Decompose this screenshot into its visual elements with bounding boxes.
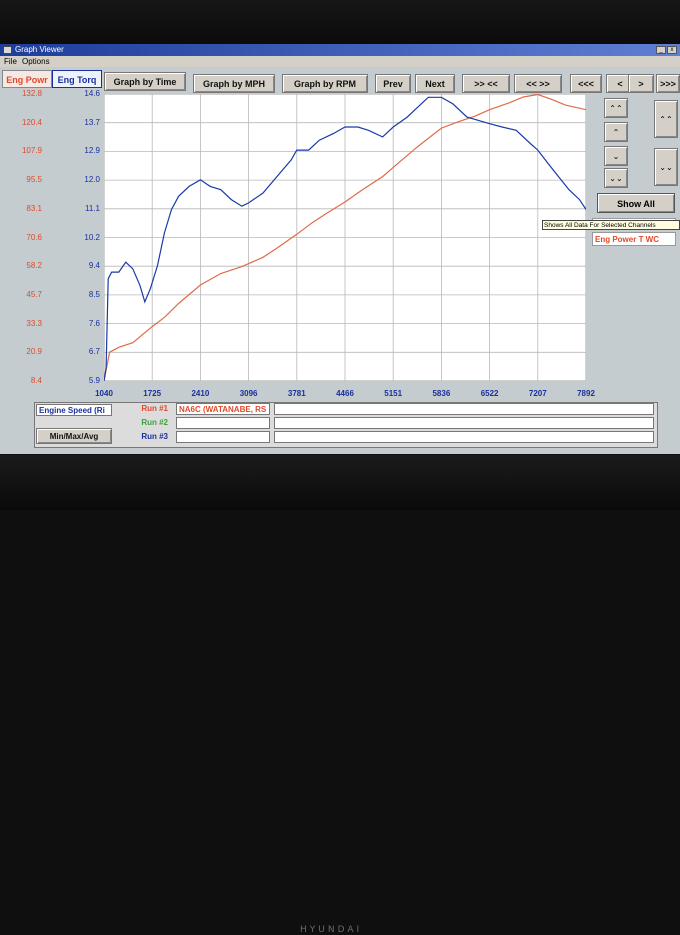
right-axis-tick-label: 12.0 [84, 175, 100, 185]
scroll-right-button[interactable]: > [628, 74, 654, 93]
close-icon[interactable]: x [667, 46, 677, 54]
run-1-detail-field [274, 403, 654, 415]
right-scale-down-button[interactable]: ⌄⌄ [654, 148, 678, 186]
x-axis-tick-label: 5836 [432, 389, 451, 398]
scale-down-fast-button[interactable]: ⌄⌄ [604, 168, 628, 188]
right-axis-tick-label: 11.1 [85, 203, 100, 213]
left-axis-tick-label: 120.4 [21, 117, 42, 127]
right-axis-tick-label: 6.7 [88, 347, 100, 357]
right-scale-up-button[interactable]: ⌃⌃ [654, 100, 678, 138]
right-axis-tick-label: 13.7 [84, 117, 100, 127]
scale-up-button[interactable]: ⌃ [604, 122, 628, 142]
right-axis-tick-label: 10.2 [84, 232, 100, 242]
channel-eng-power[interactable]: Eng Powr [2, 70, 52, 88]
monitor-bezel-top [0, 0, 680, 44]
left-axis-tick-label: 95.5 [26, 175, 42, 185]
run-1-label: Run #1 [141, 404, 168, 413]
left-axis-tick-label: 132.8 [21, 89, 42, 98]
show-all-tooltip: Shows All Data For Selected Channels [542, 220, 680, 230]
scale-up-fast-button[interactable]: ⌃⌃ [604, 98, 628, 118]
x-axis-tick-label: 4466 [336, 389, 354, 398]
monitor-brand-logo: HYUNDAI [300, 925, 363, 935]
app-icon [3, 46, 12, 54]
menu-file[interactable]: File [4, 56, 17, 67]
left-axis-tick-label: 70.6 [26, 232, 42, 242]
legend-power-entry: Eng Power T WC [592, 232, 676, 246]
right-axis-tick-label: 14.6 [84, 89, 100, 98]
graph-by-mph-button[interactable]: Graph by MPH [193, 74, 275, 93]
left-axis-tick-label: 33.3 [26, 318, 42, 328]
left-axis-tick-label: 8.4 [30, 376, 42, 385]
run-2-detail-field [274, 417, 654, 429]
left-axis-tick-label: 45.7 [26, 289, 42, 299]
right-axis-tick-label: 7.6 [88, 318, 100, 328]
right-axis-tick-label: 9.4 [88, 261, 100, 271]
left-axis-tick-label: 58.2 [26, 261, 42, 271]
left-axis-tick-label: 107.9 [21, 146, 42, 156]
left-axis-tick-label: 83.1 [26, 203, 42, 213]
graph-viewer-window: Graph Viewer _ x File Options Eng Powr E… [0, 44, 680, 454]
minimize-icon[interactable]: _ [656, 46, 666, 54]
run-3-detail-field [274, 431, 654, 443]
menu-bar: File Options [0, 56, 680, 67]
x-axis-tick-label: 2410 [191, 389, 210, 398]
x-axis-tick-label: 1725 [143, 389, 162, 398]
min-max-avg-button[interactable]: Min/Max/Avg [36, 428, 112, 444]
monitor-bezel-bottom: HYUNDAI [0, 455, 680, 935]
x-channel-field[interactable]: Engine Speed (Ri [36, 404, 112, 416]
show-all-button[interactable]: Show All [597, 193, 675, 213]
x-axis-tick-label: 7207 [528, 389, 547, 398]
next-button[interactable]: Next [415, 74, 455, 93]
x-axis-tick-label: 7892 [577, 389, 595, 398]
x-axis-tick-label: 5151 [384, 389, 403, 398]
x-axis-tick-label: 1040 [95, 389, 113, 398]
right-axis-tick-label: 8.5 [88, 289, 100, 299]
scroll-last-button[interactable]: >>> [656, 74, 680, 93]
left-axis-tick-label: 20.9 [26, 347, 42, 357]
run-3-name-field[interactable] [176, 431, 270, 443]
scroll-first-button[interactable]: <<< [570, 74, 602, 93]
title-bar: Graph Viewer _ x [0, 44, 680, 56]
zoom-out-button[interactable]: << >> [514, 74, 562, 93]
zoom-in-button[interactable]: >> << [462, 74, 510, 93]
run-3-label: Run #3 [141, 432, 168, 441]
window-title: Graph Viewer [15, 45, 64, 54]
graph-by-time-button[interactable]: Graph by Time [104, 72, 186, 91]
dyno-chart [104, 94, 586, 381]
x-axis-tick-label: 6522 [480, 389, 499, 398]
graph-by-rpm-button[interactable]: Graph by RPM [282, 74, 368, 93]
run-2-name-field[interactable] [176, 417, 270, 429]
x-axis-tick-label: 3096 [239, 389, 258, 398]
x-axis-tick-label: 3781 [287, 389, 306, 398]
right-axis-tick-label: 12.9 [84, 146, 100, 156]
channel-eng-torque[interactable]: Eng Torq [52, 70, 102, 88]
run-2-label: Run #2 [141, 418, 168, 427]
prev-button[interactable]: Prev [375, 74, 411, 93]
scale-down-button[interactable]: ⌄ [604, 146, 628, 166]
right-axis-tick-label: 5.9 [88, 376, 100, 385]
run-1-name-field[interactable]: NA6C (WATANABE, RS [176, 403, 270, 415]
menu-options[interactable]: Options [22, 56, 50, 67]
